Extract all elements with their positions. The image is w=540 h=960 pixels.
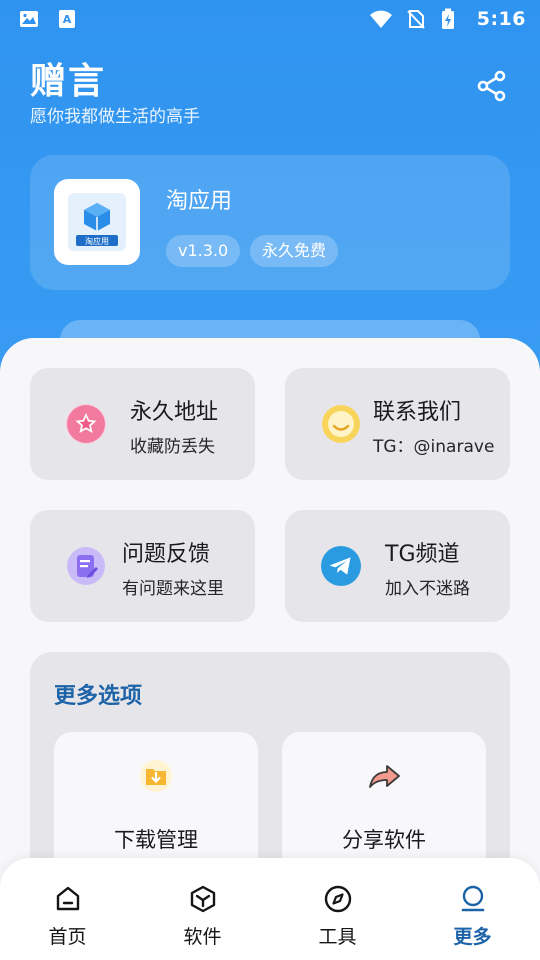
tile-subtitle: 收藏防丢失 <box>130 437 215 457</box>
feedback-tile[interactable]: 问题反馈 有问题来这里 <box>30 510 255 622</box>
page-subtitle: 愿你我都做生活的高手 <box>30 107 200 127</box>
free-badge: 永久免费 <box>250 235 339 267</box>
tile-title: 联系我们 <box>373 400 462 425</box>
image-icon <box>18 8 40 30</box>
tile-title: TG频道 <box>385 542 460 567</box>
app-info-card: 淘应用 淘应用 v1.3.0 永久免费 <box>30 155 510 290</box>
app-name: 淘应用 <box>166 189 233 214</box>
section-title: 更多选项 <box>54 684 143 709</box>
tg-channel-tile[interactable]: TG频道 加入不迷路 <box>285 510 510 622</box>
option-label: 下载管理 <box>114 828 198 852</box>
share-button[interactable] <box>470 66 514 110</box>
bottom-navigation: 首页 软件 工具 更多 <box>0 858 540 960</box>
nav-label: 工具 <box>318 926 357 948</box>
share-icon <box>475 69 509 107</box>
tile-subtitle: 加入不迷路 <box>385 579 470 599</box>
wifi-icon <box>369 8 392 30</box>
feedback-icon <box>66 546 106 586</box>
status-time: 5:16 <box>476 8 526 30</box>
nav-label: 软件 <box>183 926 222 948</box>
telegram-icon <box>321 546 361 586</box>
option-label: 分享软件 <box>342 828 426 852</box>
text-app-icon: A <box>56 8 78 30</box>
nav-more[interactable]: 更多 <box>405 858 540 960</box>
smile-icon <box>321 404 361 444</box>
download-folder-icon <box>138 758 174 794</box>
nav-label: 首页 <box>48 926 87 948</box>
app-logo-text: 淘应用 <box>85 236 109 246</box>
status-bar: A 5:16 <box>0 0 540 38</box>
tile-subtitle: 有问题来这里 <box>122 579 224 599</box>
star-icon <box>66 404 106 444</box>
nav-tools[interactable]: 工具 <box>270 858 405 960</box>
nav-home[interactable]: 首页 <box>0 858 135 960</box>
contact-us-tile[interactable]: 联系我们 TG：@inarave <box>285 368 510 480</box>
version-badge: v1.3.0 <box>166 235 241 267</box>
nav-software[interactable]: 软件 <box>135 858 270 960</box>
page-title: 赠言 <box>30 61 107 102</box>
cube-icon <box>188 884 218 914</box>
tile-title: 永久地址 <box>130 400 219 425</box>
compass-icon <box>323 884 353 914</box>
nav-label: 更多 <box>453 926 492 948</box>
svg-text:A: A <box>63 13 72 26</box>
app-logo: 淘应用 <box>54 179 140 265</box>
no-sim-icon <box>405 8 427 30</box>
battery-charging-icon <box>441 8 463 30</box>
home-icon <box>53 884 83 914</box>
share-arrow-icon <box>366 758 402 794</box>
permanent-address-tile[interactable]: 永久地址 收藏防丢失 <box>30 368 255 480</box>
tile-title: 问题反馈 <box>122 542 211 567</box>
user-icon <box>458 884 488 914</box>
tile-subtitle: TG：@inarave <box>373 437 495 457</box>
